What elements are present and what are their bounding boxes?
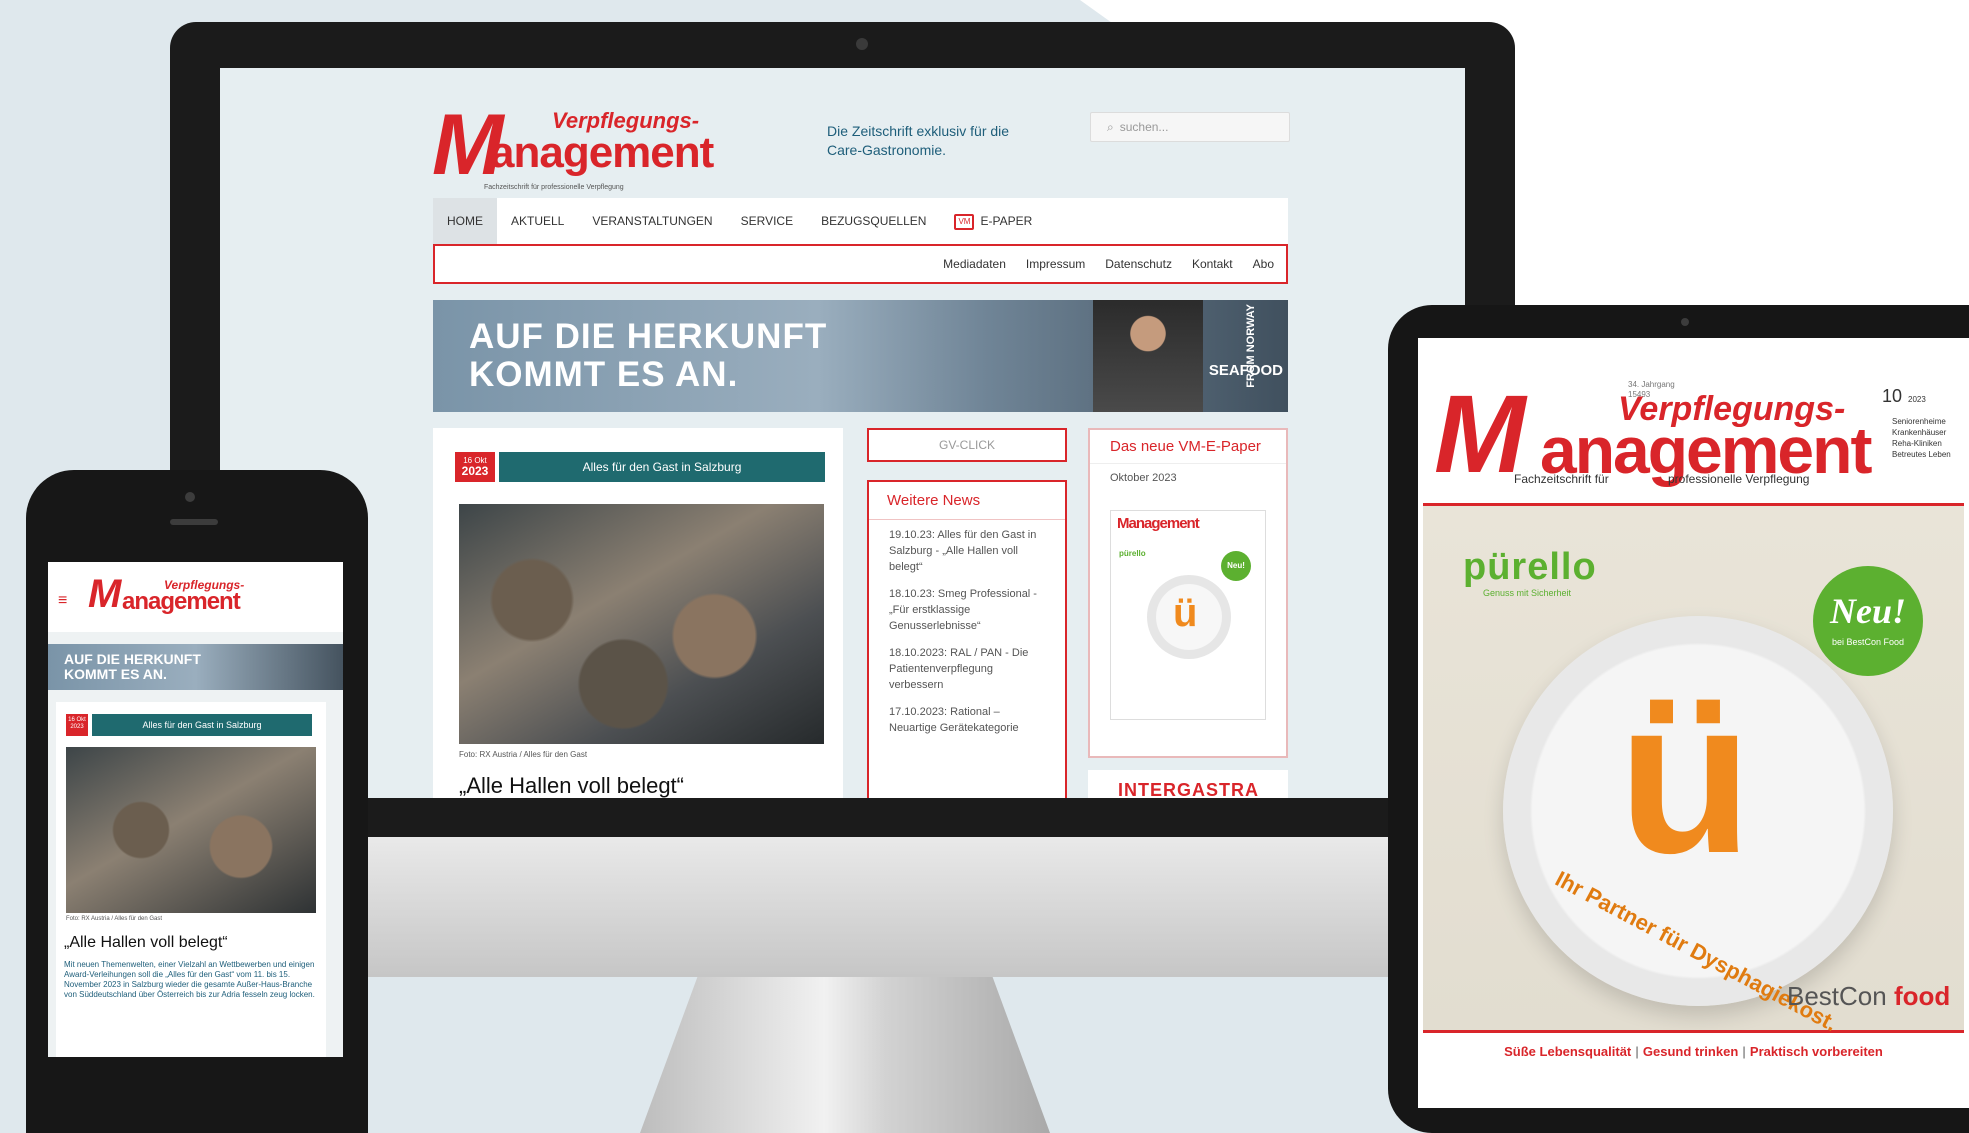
nav-veranstaltungen[interactable]: VERANSTALTUNGEN [578, 198, 726, 244]
photo-credit: Foto: RX Austria / Alles für den Gast [459, 750, 588, 759]
mini-cover-letter: ü [1173, 591, 1198, 635]
phone-camera [185, 492, 195, 502]
mobile-article-body: Mit neuen Themenwelten, einer Vielzahl a… [64, 960, 315, 999]
logo-main-text: anagement [490, 128, 714, 177]
mobile-header: ≡ M Verpflegungs- anagement [48, 562, 343, 632]
nav-aktuell[interactable]: AKTUELL [497, 198, 578, 244]
mini-cover-badge: Neu! [1221, 551, 1251, 581]
banner-headline: AUF DIE HERKUNFT KOMMT ES AN. [469, 317, 828, 394]
cover-logo-sub1: Fachzeitschrift für [1514, 472, 1609, 486]
epaper-icon: VM [954, 213, 975, 230]
cover-logo-sub2: professionelle Verpflegung [1668, 472, 1810, 486]
mobile-article[interactable]: 16 Okt 2023 Alles für den Gast in Salzbur… [56, 702, 326, 1057]
news-item[interactable]: 18.10.2023: RAL / PAN - Die Patientenver… [869, 638, 1065, 697]
search-placeholder: suchen... [1119, 120, 1169, 134]
mobile-date-badge: 16 Okt 2023 [66, 714, 88, 736]
news-sidebar: Weitere News 19.10.23: Alles für den Gas… [867, 480, 1067, 798]
cover-issue: 10 2023 [1882, 386, 1926, 406]
mobile-article-title[interactable]: „Alle Hallen voll belegt“ [64, 934, 228, 952]
news-item[interactable]: 18.10.23: Smeg Professional - „Für erstk… [869, 579, 1065, 638]
subnav-datenschutz[interactable]: Datenschutz [1105, 257, 1172, 271]
article-photo [459, 504, 824, 744]
cover-brand: pürello [1463, 546, 1597, 588]
nav-epaper[interactable]: VM E-PAPER [940, 198, 1046, 244]
featured-article[interactable]: 16 Okt 2023 Alles für den Gast in Salzbur… [433, 428, 843, 798]
mini-cover-title: Management [1117, 515, 1200, 532]
nav-epaper-label: E-PAPER [980, 214, 1033, 228]
nav-service[interactable]: SERVICE [727, 198, 807, 244]
cover-logo-initial: M [1434, 373, 1526, 496]
mobile-website: ≡ M Verpflegungs- anagement AUF DIE HERK… [48, 562, 343, 1057]
cover-artwork: pürello Genuss mit Sicherheit ü Ihr Part… [1423, 503, 1964, 1036]
phone-speaker [170, 519, 218, 525]
mobile-logo-initial: M [88, 572, 121, 616]
article-kicker: Alles für den Gast in Salzburg [499, 452, 825, 482]
cover-badge: Neu! bei BestCon Food [1813, 566, 1923, 676]
mobile-ad-banner[interactable]: AUF DIE HERKUNFT KOMMT ES AN. [48, 644, 343, 690]
cover-bestcon-logo: BestCon food [1787, 981, 1951, 1011]
subnav-mediadaten[interactable]: Mediadaten [943, 257, 1006, 271]
search-input[interactable]: ⌕ suchen... [1090, 112, 1290, 142]
tablet-camera [1681, 318, 1689, 326]
mobile-logo-main: anagement [122, 588, 241, 615]
mini-cover-brand: pürello [1119, 549, 1146, 558]
menu-icon[interactable]: ≡ [58, 592, 67, 610]
desktop-website: M Verpflegungs- anagement Fachzeitschrif… [220, 68, 1465, 798]
ad-banner[interactable]: AUF DIE HERKUNFT KOMMT ES AN. FROM NORWAY… [433, 300, 1288, 412]
mobile-article-photo [66, 747, 316, 913]
epaper-month: Oktober 2023 [1090, 463, 1286, 488]
cover-target-list: Seniorenheime Krankenhäuser Reha-Klinike… [1892, 417, 1951, 459]
epaper-widget[interactable]: Das neue VM-E-Paper Oktober 2023 Managem… [1088, 428, 1288, 758]
site-tagline: Die Zeitschrift exklusiv für die Care-Ga… [827, 123, 1010, 158]
mobile-banner-headline: AUF DIE HERKUNFT KOMMT ES AN. [64, 651, 201, 682]
mobile-article-kicker: Alles für den Gast in Salzburg [92, 714, 312, 736]
banner-brand: SEAFOOD [1208, 362, 1283, 379]
date-badge: 16 Okt 2023 [455, 452, 495, 482]
intergastra-ad[interactable]: INTERGASTRA [1088, 770, 1288, 798]
monitor-camera [856, 38, 868, 50]
logo-subtitle: Fachzeitschrift für professionelle Verpf… [484, 184, 624, 191]
subnav-abo[interactable]: Abo [1253, 257, 1274, 271]
search-icon: ⌕ [1107, 120, 1114, 134]
sub-nav: Mediadaten Impressum Datenschutz Kontakt… [433, 244, 1288, 284]
gv-click-button[interactable]: GV-CLICK [867, 428, 1067, 462]
nav-bezugsquellen[interactable]: BEZUGSQUELLEN [807, 198, 940, 244]
news-heading: Weitere News [869, 482, 1065, 520]
magazine-cover: 34. Jahrgang 15493 10 2023 M Verpflegungs… [1418, 338, 1969, 1108]
cover-footer: Süße Lebensqualität | Gesund trinken | Prakt… [1504, 1044, 1883, 1059]
news-item[interactable]: 19.10.23: Alles für den Gast in Salzburg… [869, 520, 1065, 579]
nav-home[interactable]: HOME [433, 198, 497, 244]
mobile-photo-credit: Foto: RX Austria / Alles für den Gast [66, 916, 163, 922]
site-logo[interactable]: M Verpflegungs- anagement Fachzeitschrif… [432, 102, 782, 212]
subnav-kontakt[interactable]: Kontakt [1192, 257, 1233, 271]
cover-plate-letter: ü [1618, 653, 1753, 899]
banner-photo [1093, 300, 1203, 412]
monitor-stand [640, 977, 1050, 1133]
main-nav: HOME AKTUELL VERANSTALTUNGEN SERVICE BEZ… [433, 198, 1288, 244]
subnav-impressum[interactable]: Impressum [1026, 257, 1085, 271]
epaper-cover-thumbnail[interactable]: Management pürello ü Neu! [1110, 510, 1266, 720]
epaper-heading: Das neue VM-E-Paper [1110, 438, 1261, 455]
cover-brand-sub: Genuss mit Sicherheit [1483, 588, 1572, 598]
monitor-chin [170, 837, 1515, 977]
article-title[interactable]: „Alle Hallen voll belegt“ [459, 773, 684, 798]
news-item[interactable]: 17.10.2023: Rational – Neuartige Gerätek… [869, 697, 1065, 740]
